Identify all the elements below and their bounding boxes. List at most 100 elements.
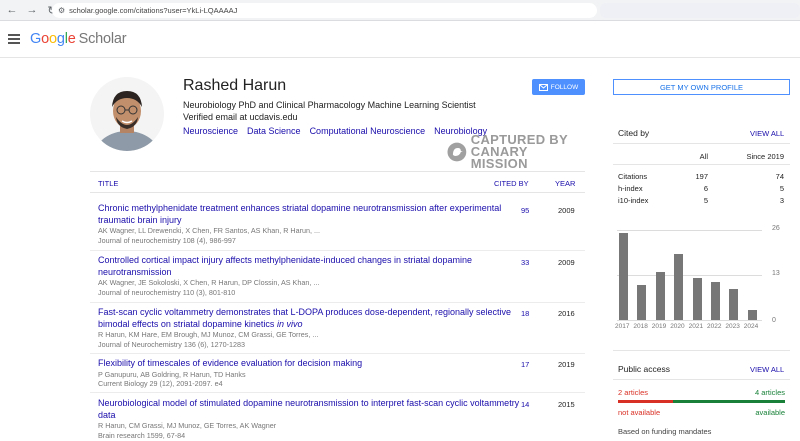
google-scholar-logo[interactable]: Google Scholar	[30, 31, 127, 47]
chart-xtick-2019: 2019	[651, 323, 667, 330]
chart-bar-2020[interactable]	[674, 254, 684, 320]
cited-by-link[interactable]: 33	[521, 258, 529, 267]
chart-bar-2023[interactable]	[729, 288, 739, 320]
publication-venue: Journal of neurochemistry 110 (3), 801-8…	[98, 287, 236, 297]
publication-title-link[interactable]: Neurobiological model of stimulated dopa…	[98, 398, 538, 421]
chart-xtick-2017: 2017	[615, 323, 630, 330]
interest-link-computational-neuroscience[interactable]: Computational Neuroscience	[310, 126, 426, 136]
interest-link-neuroscience[interactable]: Neuroscience	[183, 126, 238, 136]
research-interests: Neuroscience Data Science Computational …	[183, 126, 487, 136]
profile-name: Rashed Harun	[183, 77, 287, 94]
publication-venue: Journal of Neurochemistry 136 (6), 1270-…	[98, 339, 246, 349]
row-divider	[90, 302, 585, 303]
publication-authors: R Harun, KM Hare, EM Brough, MJ Munoz, C…	[98, 330, 319, 339]
publication-venue: Current Biology 29 (12), 2091-2097. e4	[98, 379, 223, 388]
chart-bar-2018[interactable]	[637, 285, 647, 320]
sort-by-year[interactable]: YEAR	[555, 179, 575, 188]
sort-by-cited[interactable]: CITED BY	[494, 179, 529, 188]
chart-bar-2017[interactable]	[619, 233, 628, 320]
chart-xtick-2021: 2021	[688, 323, 704, 330]
publication-year: 2009	[558, 206, 575, 215]
publications-table-header: TITLE CITED BY YEAR	[90, 171, 585, 193]
chart-gridline-top	[617, 230, 762, 231]
publication-venue: Journal of neurochemistry 108 (4), 986-9…	[98, 235, 236, 245]
public-access-top-divider	[613, 350, 790, 351]
chart-baseline	[617, 320, 762, 321]
publication-authors: AK Wagner, LL Drewencki, X Chen, FR Sant…	[98, 226, 320, 235]
stats-col-all: All	[699, 152, 708, 161]
menu-icon[interactable]	[8, 34, 20, 44]
publication-title-link[interactable]: Fast-scan cyclic voltammetry demonstrate…	[98, 307, 538, 330]
watermark-line-2: CANARY MISSION	[470, 144, 528, 171]
publication-title-link[interactable]: Flexibility of timescales of evidence ev…	[98, 358, 538, 370]
stats-col-since: Since 2019	[746, 152, 784, 161]
cited-by-link[interactable]: 14	[521, 400, 529, 409]
publication-authors: P Ganupuru, AB Goldring, R Harun, TD Han…	[98, 369, 246, 379]
table-row: Fast-scan cyclic voltammetry demonstrate…	[98, 307, 538, 349]
browser-toolbar: ← → ↻ ⚙ scholar.google.com/citations?use…	[0, 0, 800, 21]
available-label: available	[755, 408, 785, 417]
chart-xtick-2018: 2018	[633, 323, 648, 330]
canary-bird-icon	[447, 142, 467, 162]
row-divider	[90, 392, 585, 393]
toolbar-extension-area	[600, 3, 800, 18]
table-row: Controlled cortical impact injury affect…	[98, 255, 538, 297]
public-access-view-all-link[interactable]: VIEW ALL	[750, 365, 784, 374]
chart-xtick-2023: 2023	[725, 323, 740, 330]
publication-venue: Brain research 1599, 67-84	[98, 430, 186, 440]
follow-label: FOLLOW	[550, 83, 579, 91]
not-available-label: not available	[618, 408, 661, 417]
follow-button[interactable]: FOLLOW	[532, 79, 585, 95]
publication-year: 2009	[558, 258, 575, 267]
cited-by-link[interactable]: 95	[521, 206, 529, 215]
chart-ytick-bottom: 0	[772, 317, 776, 324]
publication-title-link[interactable]: Controlled cortical impact injury affect…	[98, 255, 538, 278]
site-info-icon[interactable]: ⚙	[58, 6, 65, 15]
chart-ytick-top: 26	[772, 225, 780, 232]
publication-title-link[interactable]: Chronic methylphenidate treatment enhanc…	[98, 203, 538, 226]
address-bar[interactable]: ⚙ scholar.google.com/citations?user=YkLi…	[52, 3, 597, 18]
funding-mandates-note: Based on funding mandates	[618, 427, 712, 436]
interest-link-data-science[interactable]: Data Science	[247, 126, 301, 136]
publication-year: 2016	[558, 309, 575, 318]
row-divider	[90, 250, 585, 251]
scholar-header: Google Scholar	[0, 22, 800, 58]
publication-year: 2015	[558, 400, 575, 409]
get-my-own-profile-button[interactable]: GET MY OWN PROFILE	[613, 79, 790, 95]
available-articles-count[interactable]: 4 articles	[755, 388, 785, 397]
publication-authors: AK Wagner, JE Sokoloski, X Chen, R Harun…	[98, 278, 320, 287]
profile-photo	[90, 77, 164, 151]
chart-xtick-2022: 2022	[707, 323, 722, 330]
chart-xtick-2024: 2024	[743, 323, 759, 330]
sort-by-title[interactable]: TITLE	[98, 179, 118, 188]
chart-xtick-2020: 2020	[670, 323, 685, 330]
cited-by-title: Cited by	[618, 128, 650, 138]
cited-by-link[interactable]: 18	[521, 309, 529, 318]
forward-arrow-icon[interactable]: →	[24, 2, 40, 18]
chart-bar-2019[interactable]	[655, 271, 665, 320]
stats-divider	[613, 164, 790, 165]
citations-per-year-chart: 26 13 0 2017 2018 2019 2020 2021 2022 2023 2024	[613, 222, 790, 334]
row-divider	[90, 353, 585, 354]
cited-by-divider	[613, 143, 790, 144]
chart-bar-2021[interactable]	[692, 278, 702, 320]
table-row: Chronic methylphenidate treatment enhanc…	[98, 203, 538, 245]
chart-ytick-mid: 13	[772, 270, 780, 277]
chart-bar-2022[interactable]	[711, 281, 720, 320]
profile-affiliation: Neurobiology PhD and Clinical Pharmacolo…	[183, 100, 476, 110]
chart-bar-2024[interactable]	[747, 309, 757, 320]
publication-year: 2019	[558, 360, 575, 369]
cited-by-link[interactable]: 17	[521, 360, 529, 369]
public-access-divider	[613, 379, 790, 380]
unavailable-articles-count[interactable]: 2 articles	[618, 388, 648, 397]
public-access-title: Public access	[618, 364, 670, 374]
available-progress-bar	[673, 400, 785, 403]
back-arrow-icon[interactable]: ←	[4, 2, 20, 18]
cited-by-view-all-link[interactable]: VIEW ALL	[750, 129, 784, 138]
envelope-icon	[538, 83, 548, 91]
table-row: Flexibility of timescales of evidence ev…	[98, 358, 538, 389]
url-text: scholar.google.com/citations?user=YkLi-L…	[69, 6, 238, 15]
profile-email: Verified email at ucdavis.edu	[183, 112, 298, 122]
unavailable-progress-bar	[618, 400, 673, 403]
table-row: Neurobiological model of stimulated dopa…	[98, 398, 538, 440]
